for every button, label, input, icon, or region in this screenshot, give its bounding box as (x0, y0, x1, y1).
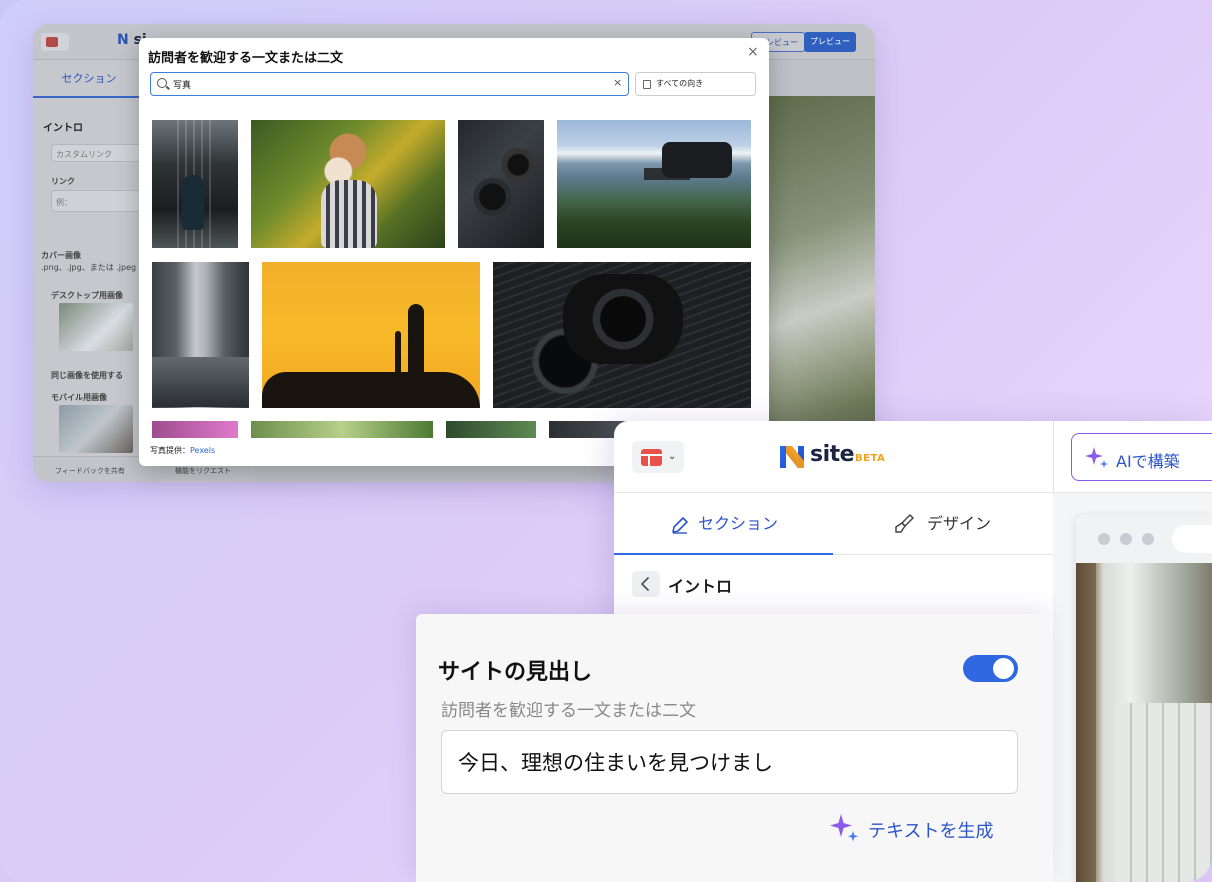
pencil-icon (672, 517, 688, 534)
modal-title: 訪問者を歓迎する一文または二文 (148, 51, 344, 66)
background-cover-hint: .png、.jpg、または .jpeg を (41, 263, 147, 272)
hero-image-preview (1076, 563, 1212, 882)
headline-subtitle: 訪問者を歓迎する一文または二文 (441, 701, 696, 721)
toggle-knob (993, 658, 1014, 679)
sparkle-icon (830, 814, 858, 842)
photo-camera-gear[interactable] (458, 120, 544, 248)
photo-silhouette-yellow[interactable] (262, 262, 480, 408)
background-mobile-image-label: モバイル用画像 (51, 393, 107, 402)
background-sections-tab: セクション (33, 60, 145, 98)
window-dot-1 (1098, 533, 1110, 545)
photo-grid (139, 108, 769, 438)
sparkle-icon (1085, 447, 1108, 468)
chevron-left-icon (641, 577, 649, 591)
background-link-label: リンク (51, 177, 75, 186)
address-bar (1172, 525, 1212, 553)
background-intro-label: イントロ (43, 123, 83, 134)
beta-badge: BETA (855, 453, 886, 464)
layout-selector[interactable]: ⌄ (632, 441, 684, 473)
photo-credit: 写真提供：Pexels (150, 446, 216, 455)
editor-tabs: セクション デザイン (614, 493, 1053, 555)
header-divider (1053, 421, 1054, 493)
logo-word: site (810, 442, 855, 467)
build-with-ai-label: AIで構築 (1116, 452, 1180, 471)
photo-search-input[interactable] (173, 76, 603, 92)
tab-sections[interactable]: セクション (614, 493, 833, 555)
chevron-down-icon: ⌄ (668, 451, 677, 462)
orientation-label: すべての向き (656, 79, 704, 88)
search-icon (157, 78, 167, 88)
intro-breadcrumb: イントロ (614, 555, 1053, 613)
orientation-filter[interactable]: すべての向き (635, 72, 756, 96)
browser-bar (1076, 515, 1212, 563)
headline-toggle[interactable] (963, 655, 1018, 682)
photo-escalator[interactable] (152, 120, 238, 248)
background-canvas: N si プレビュー プレビュー セクション イントロ カスタムリンク リンク … (0, 0, 1212, 882)
back-button[interactable] (632, 571, 660, 597)
brush-icon (895, 514, 914, 533)
photo-partial-1[interactable] (152, 421, 238, 438)
photo-partial-3[interactable] (446, 421, 536, 438)
background-link-field: 例： (51, 190, 151, 212)
site-preview-browser (1076, 515, 1212, 882)
site-headline-card: サイトの見出し 訪問者を歓迎する一文または二文 テキストを生成 (416, 614, 1052, 882)
editor-header: ⌄ site BETA AIで構築 (614, 421, 1212, 493)
background-custom-link-field: カスタムリンク (51, 144, 151, 162)
build-with-ai-button[interactable]: AIで構築 (1071, 433, 1212, 481)
background-same-image-label: 同じ画像を使用する (51, 371, 123, 380)
tab-design[interactable]: デザイン (833, 493, 1052, 555)
tab-design-label: デザイン (927, 514, 992, 533)
close-icon[interactable]: × (747, 44, 759, 60)
background-desktop-thumbnail (59, 303, 133, 351)
generate-text-label: テキストを生成 (868, 821, 994, 842)
background-layout-icon (41, 33, 69, 51)
background-cover-label: カバー画像 (41, 251, 81, 260)
photo-lens-laptop[interactable] (493, 262, 751, 408)
photo-alley[interactable] (152, 262, 249, 408)
window-dot-3 (1142, 533, 1154, 545)
headline-title: サイトの見出し (438, 660, 593, 685)
background-preview-button-2: プレビュー (804, 32, 856, 52)
background-desktop-image-label: デスクトップ用画像 (51, 291, 123, 300)
tab-sections-label: セクション (698, 514, 779, 533)
orientation-icon (643, 80, 651, 89)
pexels-link[interactable]: Pexels (190, 446, 215, 455)
photo-search-box[interactable]: × (150, 72, 629, 96)
photo-camera-mountain[interactable] (557, 120, 751, 248)
image-picker-modal: 訪問者を歓迎する一文または二文 × × すべての向き 写真提供：Pexels (139, 38, 769, 466)
logo-mark-icon (780, 446, 804, 468)
photo-partial-2[interactable] (251, 421, 433, 438)
intro-label: イントロ (668, 577, 733, 596)
background-mobile-thumbnail (59, 405, 133, 453)
layout-icon (641, 449, 662, 466)
headline-input[interactable] (441, 730, 1018, 794)
window-dot-2 (1120, 533, 1132, 545)
clear-search-icon[interactable]: × (613, 76, 622, 89)
photo-photographer-sunflowers[interactable] (251, 120, 445, 248)
